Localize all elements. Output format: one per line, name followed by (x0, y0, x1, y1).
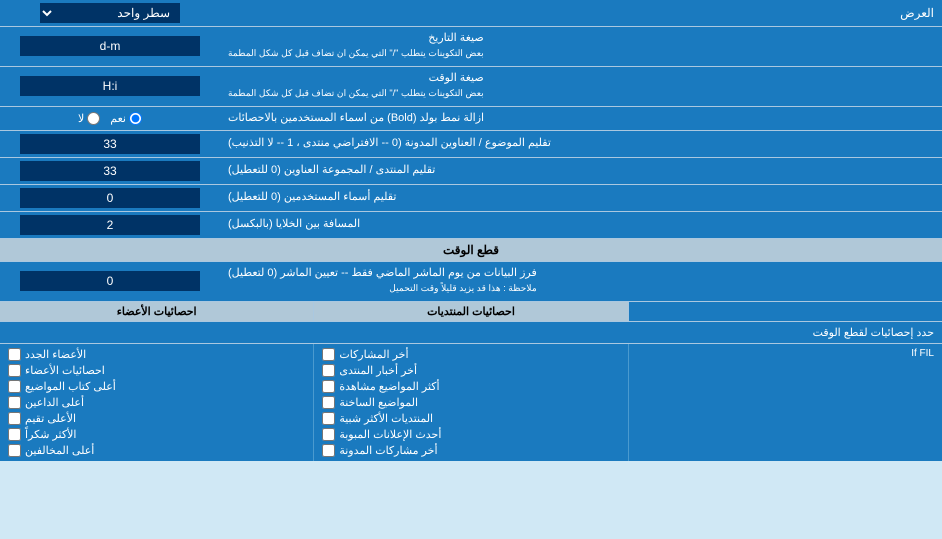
top-bar: العرض سطر واحد سطرين ثلاثة أسطر (0, 0, 942, 27)
checkbox-member-4: الأعلى تقيم (8, 412, 305, 425)
top-bar-select-cell: سطر واحد سطرين ثلاثة أسطر (0, 0, 220, 26)
time-cut-input[interactable] (20, 271, 200, 291)
top-bar-label: العرض (220, 2, 942, 24)
date-format-input-cell (0, 27, 220, 66)
bold-no-label[interactable]: لا (78, 112, 100, 125)
checkbox-top-inviters[interactable] (8, 396, 21, 409)
checkbox-forum-3: أكثر المواضيع مشاهدة (322, 380, 619, 393)
cell-spacing-input[interactable] (20, 215, 200, 235)
if-fil-text: If FIL (637, 348, 934, 359)
topic-subject-limit-input-cell (0, 131, 220, 157)
checkbox-new-members[interactable] (8, 348, 21, 361)
checkbox-col-forum: أخر المشاركات أخر أخبار المنتدى أكثر الم… (313, 344, 627, 461)
checkbox-most-thanked[interactable] (8, 428, 21, 441)
time-format-label: صيغة الوقتبعض التكوينات يتطلب "/" التي ي… (220, 67, 942, 106)
checkbox-col-members: الأعضاء الجدد احصائيات الأعضاء أعلى كتاب… (0, 344, 313, 461)
checkbox-member-stats-cb[interactable] (8, 364, 21, 377)
member-stats-header: احصائيات الأعضاء (0, 302, 313, 321)
checkbox-forum-6: أحدث الإعلانات المبوبة (322, 428, 619, 441)
time-cut-section-header: قطع الوقت (0, 239, 942, 262)
checkbox-forum-4: المواضيع الساخنة (322, 396, 619, 409)
forum-group-limit-label: تقليم المنتدى / المجموعة العناوين (0 للت… (220, 158, 942, 184)
checkboxes-header-row: احصائيات المنتديات احصائيات الأعضاء (0, 302, 942, 322)
checkboxes-area: If FIL أخر المشاركات أخر أخبار المنتدى أ… (0, 344, 942, 461)
checkbox-forum-ads[interactable] (322, 428, 335, 441)
checkbox-member-6: أعلى المخالفين (8, 444, 305, 457)
time-format-input-cell (0, 67, 220, 106)
checkbox-member-2: أعلى كتاب المواضيع (8, 380, 305, 393)
usernames-limit-row: تقليم أسماء المستخدمين (0 للتعطيل) (0, 185, 942, 212)
cell-spacing-label: المسافة بين الخلايا (بالبكسل) (220, 212, 942, 238)
usernames-limit-input-cell (0, 185, 220, 211)
time-limit-label: حدد إحصائيات لقطع الوقت (0, 322, 942, 344)
checkbox-col-empty: If FIL (628, 344, 942, 461)
checkbox-forum-viewed[interactable] (322, 380, 335, 393)
topic-subject-limit-row: تقليم الموضوع / العناوين المدونة (0 -- ا… (0, 131, 942, 158)
usernames-limit-label: تقليم أسماء المستخدمين (0 للتعطيل) (220, 185, 942, 211)
bold-yes-label[interactable]: نعم (110, 112, 142, 125)
checkbox-member-1: الأعضاء الجدد (8, 348, 305, 361)
forum-group-limit-input[interactable] (20, 161, 200, 181)
cell-spacing-input-cell (0, 212, 220, 238)
checkbox-forum-1: أخر المشاركات (322, 348, 619, 361)
checkbox-member-stats: احصائيات الأعضاء (8, 364, 305, 377)
bold-remove-radio-cell: نعم لا (0, 107, 220, 130)
checkbox-forum-hot[interactable] (322, 396, 335, 409)
date-format-row: صيغة التاريخبعض التكوينات يتطلب "/" التي… (0, 27, 942, 67)
checkbox-forum-5: المنتديات الأكثر شبية (322, 412, 619, 425)
usernames-limit-input[interactable] (20, 188, 200, 208)
stats-empty-header (628, 302, 942, 321)
topic-subject-limit-label: تقليم الموضوع / العناوين المدونة (0 -- ا… (220, 131, 942, 157)
checkbox-top-violators[interactable] (8, 444, 21, 457)
bold-no-radio[interactable] (87, 112, 100, 125)
checkbox-forum-news[interactable] (322, 364, 335, 377)
display-mode-select[interactable]: سطر واحد سطرين ثلاثة أسطر (40, 3, 180, 23)
checkbox-member-5: الأكثر شكراً (8, 428, 305, 441)
time-cut-label: فرز البيانات من يوم الماشر الماضي فقط --… (220, 262, 942, 301)
forum-group-limit-row: تقليم المنتدى / المجموعة العناوين (0 للت… (0, 158, 942, 185)
time-cut-row: فرز البيانات من يوم الماشر الماضي فقط --… (0, 262, 942, 302)
forum-stats-header: احصائيات المنتديات (313, 302, 627, 321)
bold-yes-radio[interactable] (129, 112, 142, 125)
topic-subject-limit-input[interactable] (20, 134, 200, 154)
checkbox-forum-popular[interactable] (322, 412, 335, 425)
bold-remove-row: ازالة نمط بولد (Bold) من اسماء المستخدمي… (0, 107, 942, 131)
checkbox-forum-2: أخر أخبار المنتدى (322, 364, 619, 377)
date-format-input[interactable] (20, 36, 200, 56)
time-format-row: صيغة الوقتبعض التكوينات يتطلب "/" التي ي… (0, 67, 942, 107)
forum-group-limit-input-cell (0, 158, 220, 184)
bold-remove-label: ازالة نمط بولد (Bold) من اسماء المستخدمي… (220, 107, 942, 130)
date-format-label: صيغة التاريخبعض التكوينات يتطلب "/" التي… (220, 27, 942, 66)
checkbox-member-3: أعلى الداعين (8, 396, 305, 409)
time-cut-input-cell (0, 262, 220, 301)
checkbox-top-topic-writers[interactable] (8, 380, 21, 393)
checkbox-forum-posts[interactable] (322, 348, 335, 361)
checkbox-forum-7: أخر مشاركات المدونة (322, 444, 619, 457)
checkbox-top-rated[interactable] (8, 412, 21, 425)
cell-spacing-row: المسافة بين الخلايا (بالبكسل) (0, 212, 942, 239)
time-format-input[interactable] (20, 76, 200, 96)
checkbox-forum-blog[interactable] (322, 444, 335, 457)
